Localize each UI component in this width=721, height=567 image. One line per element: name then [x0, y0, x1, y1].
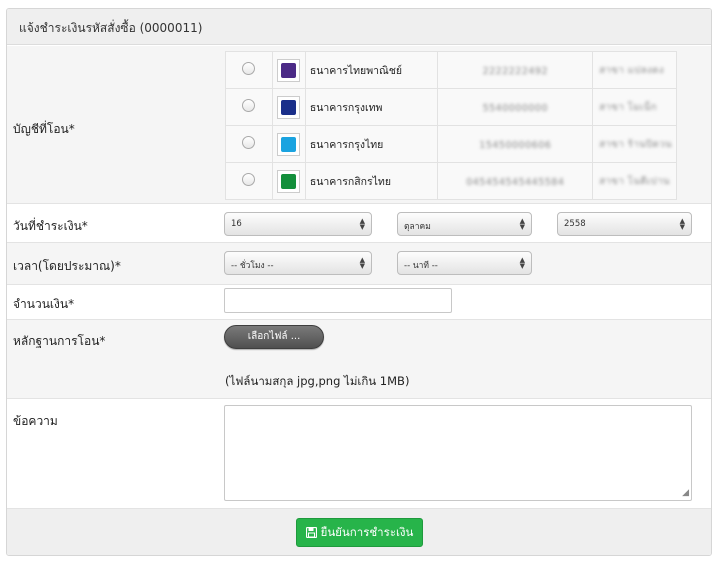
- bank-radio[interactable]: [242, 136, 256, 149]
- kbank-logo-icon: [277, 169, 301, 193]
- file-type-note: (ไฟล์นามสกุล jpg,png ไม่เกิน 1MB): [225, 374, 410, 388]
- bank-radio[interactable]: [242, 62, 256, 75]
- bbl-logo-icon: [277, 95, 301, 119]
- payment-date-label: วันที่ชำระเงิน*: [13, 219, 88, 233]
- payment-panel: แจ้งชำระเงินรหัสสั่งซื้อ (0000011) บัญชี…: [6, 8, 712, 556]
- hour-select[interactable]: -- ชั่วโมง -- ▲ ▼: [224, 251, 372, 275]
- bank-account-row[interactable]: ธนาคารกรุงเทพ 5540000000 สาขา โมเน็ก: [225, 88, 677, 126]
- save-icon: [305, 526, 317, 539]
- select-arrows-icon: ▲ ▼: [519, 256, 525, 270]
- account-owner: สาขา แปลงดง: [599, 65, 665, 76]
- scb-logo-icon: [277, 58, 301, 82]
- bank-name: ธนาคารกรุงเทพ: [304, 88, 439, 126]
- form-footer: ยืนยันการชำระเงิน: [7, 509, 711, 555]
- day-select-value: 16: [231, 219, 242, 229]
- account-owner: สาขา โมเน็ก: [599, 102, 658, 113]
- transfer-account-row: บัญชีที่โอน* ธนาคารไทยพาณิชย์ 2222222492 ส…: [7, 46, 711, 204]
- year-select[interactable]: 2558 ▲ ▼: [557, 212, 692, 236]
- account-number: 5540000000: [482, 103, 549, 114]
- bank-name: ธนาคารไทยพาณิชย์: [304, 51, 439, 89]
- bank-radio[interactable]: [242, 173, 256, 186]
- confirm-payment-label: ยืนยันการชำระเงิน: [320, 525, 414, 539]
- month-select-value: ตุลาคม: [404, 222, 431, 232]
- select-arrows-icon: ▲ ▼: [679, 217, 685, 231]
- bank-name: ธนาคารกรุงไทย: [304, 125, 439, 163]
- day-select[interactable]: 16 ▲ ▼: [224, 212, 372, 236]
- select-arrows-icon: ▲ ▼: [359, 217, 365, 231]
- account-number: 15450000606: [479, 140, 552, 151]
- bank-account-row[interactable]: ธนาคารกรุงไทย 15450000606 สาขา ร้านปิดวน: [225, 125, 677, 163]
- amount-label: จำนวนเงิน*: [13, 297, 75, 311]
- bank-radio[interactable]: [242, 99, 256, 112]
- bank-name: ธนาคารกสิกรไทย: [304, 162, 439, 200]
- message-row: ข้อความ ◢: [7, 399, 711, 509]
- bank-account-table: ธนาคารไทยพาณิชย์ 2222222492 สาขา แปลงดง ธนา…: [225, 51, 677, 200]
- hour-select-value: -- ชั่วโมง --: [231, 261, 274, 271]
- transfer-account-label: บัญชีที่โอน*: [13, 122, 75, 136]
- month-select[interactable]: ตุลาคม ▲ ▼: [397, 212, 532, 236]
- resize-handle-icon[interactable]: ◢: [682, 488, 689, 498]
- evidence-row: หลักฐานการโอน* เลือกไฟล์ ... (ไฟล์นามสกุ…: [7, 320, 711, 399]
- message-textarea[interactable]: ◢: [224, 405, 692, 501]
- year-select-value: 2558: [564, 219, 586, 229]
- evidence-label: หลักฐานการโอน*: [13, 334, 106, 348]
- account-owner: สาขา ร้านปิดวน: [599, 139, 673, 150]
- choose-file-button[interactable]: เลือกไฟล์ ...: [224, 325, 324, 349]
- amount-row: จำนวนเงิน*: [7, 285, 711, 320]
- amount-input[interactable]: [224, 288, 452, 313]
- minute-select[interactable]: -- นาที -- ▲ ▼: [397, 251, 532, 275]
- bank-account-row[interactable]: ธนาคารกสิกรไทย 045454545445584 สาขา โนตีเป…: [225, 162, 677, 200]
- select-arrows-icon: ▲ ▼: [519, 217, 525, 231]
- account-number: 2222222492: [482, 66, 549, 77]
- payment-date-row: วันที่ชำระเงิน* 16 ▲ ▼ ตุลาคม ▲ ▼ 2558 ▲ ▼: [7, 204, 711, 243]
- account-owner: สาขา โนตีเปาน: [599, 176, 671, 187]
- message-label: ข้อความ: [13, 414, 58, 428]
- payment-time-label: เวลา(โดยประมาณ)*: [13, 259, 121, 273]
- ktb-logo-icon: [277, 132, 301, 156]
- select-arrows-icon: ▲ ▼: [359, 256, 365, 270]
- confirm-payment-button[interactable]: ยืนยันการชำระเงิน: [296, 518, 423, 547]
- payment-time-row: เวลา(โดยประมาณ)* -- ชั่วโมง -- ▲ ▼ -- นาท…: [7, 243, 711, 285]
- account-number: 045454545445584: [466, 177, 565, 188]
- panel-title: แจ้งชำระเงินรหัสสั่งซื้อ (0000011): [7, 9, 711, 45]
- minute-select-value: -- นาที --: [404, 261, 438, 271]
- bank-account-row[interactable]: ธนาคารไทยพาณิชย์ 2222222492 สาขา แปลงดง: [225, 51, 677, 89]
